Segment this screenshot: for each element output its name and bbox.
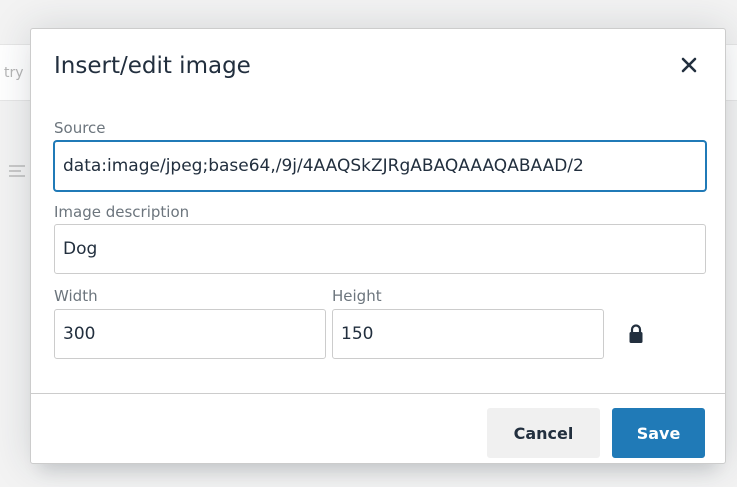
lock-icon [629,324,643,343]
dialog-footer: Cancel Save [31,393,725,466]
image-description-input[interactable] [54,224,706,274]
height-input[interactable] [332,309,604,359]
dialog-header: Insert/edit image [31,29,725,109]
insert-image-dialog: Insert/edit image Source Image descripti… [30,28,726,464]
source-input[interactable] [54,141,706,191]
align-icon [9,165,25,180]
dialog-title: Insert/edit image [54,53,251,79]
height-label: Height [332,287,382,305]
image-description-label: Image description [54,203,190,221]
constrain-proportions-button[interactable] [628,323,644,345]
background-partial-text: try [4,65,24,81]
source-label: Source [54,119,106,137]
width-label: Width [54,287,98,305]
save-button[interactable]: Save [612,408,705,458]
close-icon [681,57,697,73]
close-button[interactable] [675,51,703,79]
cancel-button[interactable]: Cancel [487,408,600,458]
width-input[interactable] [54,309,326,359]
